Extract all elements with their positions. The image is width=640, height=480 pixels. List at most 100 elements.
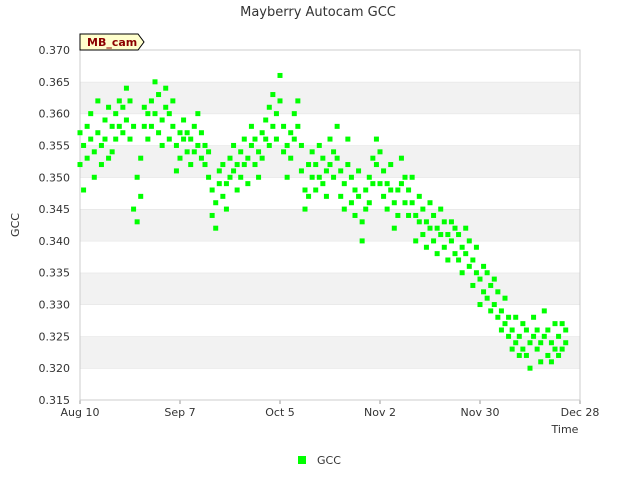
gcc-point xyxy=(416,193,422,199)
gcc-point xyxy=(495,314,501,320)
y-tick-label: 0.335 xyxy=(39,267,71,280)
gcc-point xyxy=(152,111,158,117)
gcc-point xyxy=(145,111,151,117)
gcc-point xyxy=(356,168,362,174)
gcc-point xyxy=(498,308,504,314)
gcc-point xyxy=(116,98,122,104)
gcc-point xyxy=(395,212,401,218)
gcc-point xyxy=(509,346,515,352)
gcc-point xyxy=(266,142,272,148)
gcc-point xyxy=(306,162,312,168)
x-tick-label: Dec 28 xyxy=(561,406,600,419)
gcc-point xyxy=(77,162,83,168)
legend-label: GCC xyxy=(317,454,341,467)
grid-band xyxy=(80,50,580,82)
gcc-point xyxy=(284,142,290,148)
gcc-point xyxy=(263,117,269,123)
gcc-point xyxy=(459,244,465,250)
gcc-point xyxy=(184,130,190,136)
grid-band xyxy=(80,304,580,337)
gcc-point xyxy=(313,162,319,168)
gcc-point xyxy=(109,123,115,129)
gcc-point xyxy=(491,302,497,308)
gcc-point xyxy=(248,123,254,129)
gcc-point xyxy=(434,225,440,231)
gcc-point xyxy=(356,193,362,199)
gcc-point xyxy=(291,111,297,117)
gcc-point xyxy=(423,219,429,225)
y-tick-label: 0.345 xyxy=(39,203,71,216)
gcc-point xyxy=(159,117,165,123)
gcc-point xyxy=(91,149,97,155)
gcc-point xyxy=(491,276,497,282)
gcc-point xyxy=(98,162,104,168)
gcc-point xyxy=(241,162,247,168)
gcc-point xyxy=(327,136,333,142)
gcc-point xyxy=(209,187,215,193)
gcc-point xyxy=(323,193,329,199)
gcc-point xyxy=(206,174,212,180)
gcc-point xyxy=(413,238,419,244)
gcc-point xyxy=(298,142,304,148)
gcc-point xyxy=(506,333,512,339)
gcc-point xyxy=(306,193,312,199)
gcc-point xyxy=(420,206,426,212)
x-axis-ticks: Aug 10 Sep 7 Oct 5 Nov 2 Nov 30 Dec 28 xyxy=(61,400,600,419)
gcc-point xyxy=(245,181,251,187)
gcc-point xyxy=(95,130,101,136)
gcc-point xyxy=(148,123,154,129)
gcc-point xyxy=(520,346,526,352)
gcc-point xyxy=(156,92,162,98)
x-tick-label: Oct 5 xyxy=(265,406,295,419)
gcc-point xyxy=(102,136,108,142)
gcc-point xyxy=(431,238,437,244)
gcc-point xyxy=(231,142,237,148)
gcc-point xyxy=(348,174,354,180)
gcc-point xyxy=(541,308,547,314)
gcc-point xyxy=(484,295,490,301)
gcc-point xyxy=(81,142,87,148)
gcc-point xyxy=(338,168,344,174)
gcc-point xyxy=(270,123,276,129)
gcc-point xyxy=(452,225,458,231)
gcc-point xyxy=(477,302,483,308)
gcc-point xyxy=(556,352,562,358)
gcc-point xyxy=(259,130,265,136)
gcc-point xyxy=(295,123,301,129)
gcc-point xyxy=(381,193,387,199)
gcc-point xyxy=(123,117,129,123)
gcc-point xyxy=(123,85,129,91)
gcc-point xyxy=(556,333,562,339)
chart-title: Mayberry Autocam GCC xyxy=(240,5,396,20)
gcc-point xyxy=(113,136,119,142)
gcc-point xyxy=(245,155,251,161)
gcc-point xyxy=(91,174,97,180)
gcc-point xyxy=(409,200,415,206)
gcc-point xyxy=(523,352,529,358)
gcc-point xyxy=(145,136,151,142)
gcc-point xyxy=(238,174,244,180)
gcc-point xyxy=(152,79,158,85)
grid-band xyxy=(80,145,580,178)
gcc-point xyxy=(413,212,419,218)
gcc-point xyxy=(227,155,233,161)
y-tick-label: 0.325 xyxy=(39,330,71,343)
grid-band xyxy=(80,336,580,369)
gcc-point xyxy=(88,136,94,142)
gcc-point xyxy=(95,98,101,104)
gcc-point xyxy=(156,130,162,136)
gcc-point xyxy=(423,244,429,250)
gcc-point xyxy=(559,321,565,327)
gcc-point xyxy=(163,85,169,91)
gcc-point xyxy=(516,352,522,358)
gcc-point xyxy=(373,136,379,142)
gcc-point xyxy=(406,187,412,193)
gcc-point xyxy=(198,155,204,161)
gcc-point xyxy=(416,219,422,225)
gcc-point xyxy=(313,187,319,193)
gcc-point xyxy=(320,181,326,187)
gcc-point xyxy=(341,181,347,187)
gcc-point xyxy=(127,136,133,142)
gcc-point xyxy=(131,206,137,212)
gcc-point xyxy=(384,206,390,212)
